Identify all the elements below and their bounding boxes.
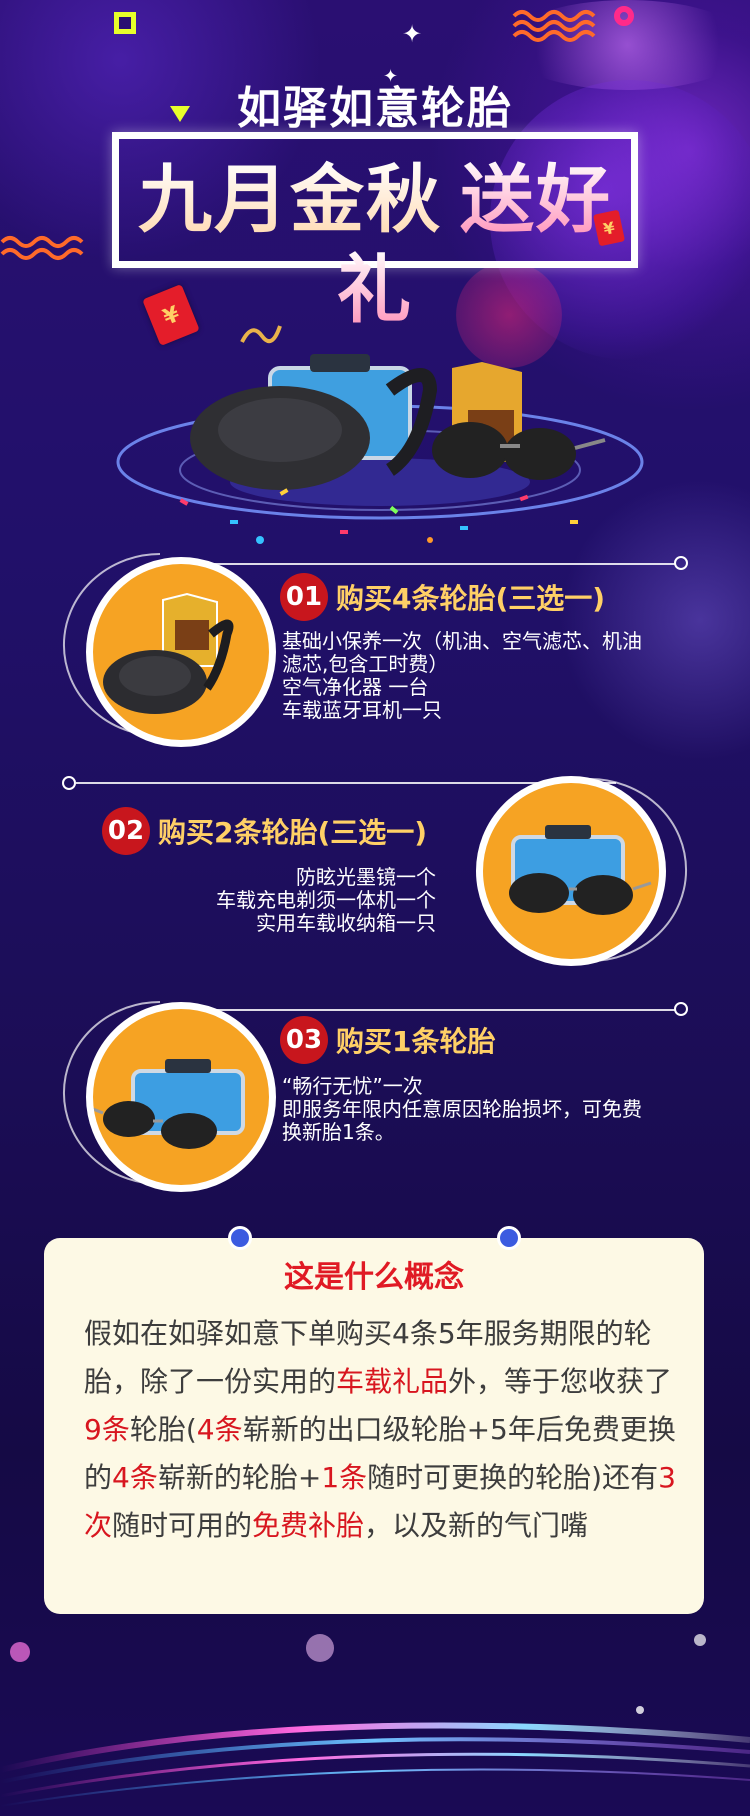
- section-2-line-2: 车载充电剃须一体机一个: [216, 888, 436, 912]
- section-2-line-3: 实用车载收纳箱一只: [256, 911, 436, 935]
- card-pin-left: [228, 1226, 252, 1250]
- section-3-line-1: “畅行无忧”一次: [282, 1074, 423, 1098]
- info-card-title: 这是什么概念: [284, 1260, 464, 1295]
- section-3-line-2: 即服务年限内任意原因轮胎损坏，可免费: [282, 1097, 642, 1121]
- section-3-number-badge: 03: [280, 1016, 328, 1064]
- info-highlight: 4条: [112, 1461, 158, 1494]
- info-text: ，以及新的气门嘴: [364, 1509, 589, 1542]
- section-2-number-badge: 02: [102, 807, 150, 855]
- title-part-1: 九月金秋: [138, 157, 442, 243]
- section-1-line-4: 车载蓝牙耳机一只: [282, 698, 442, 722]
- section-1-product-circle: [86, 557, 276, 747]
- promo-page: ✦ ✦ 如驿如意轮胎 九月金秋 送好礼 ¥ ¥ 01 购买4条轮胎(三选一) 基…: [0, 0, 750, 1816]
- info-text: 外，等于您收获了: [448, 1365, 673, 1398]
- info-highlight: 1条: [321, 1461, 368, 1494]
- section-1-number-badge: 01: [280, 573, 328, 621]
- info-card-body: 假如在如驿如意下单购买4条5年服务期限的轮胎，除了一份实用的车载礼品外，等于您收…: [84, 1310, 684, 1550]
- info-text: 随时可更换的轮胎)还有: [367, 1461, 659, 1494]
- info-text: 随时可用的: [112, 1509, 253, 1542]
- square-icon: [114, 12, 136, 34]
- section-3-line: [150, 1009, 675, 1011]
- gift-products-image: [103, 592, 234, 714]
- confetti-decoration: [179, 488, 578, 544]
- section-1-line-2: 滤芯,包含工时费）: [282, 652, 449, 676]
- pink-dot-icon: [614, 6, 634, 26]
- info-text: 崭新的轮胎+: [157, 1461, 322, 1494]
- section-2-product-circle: [476, 776, 666, 966]
- card-pin-right: [497, 1226, 521, 1250]
- section-3-title: 购买1条轮胎: [336, 1025, 496, 1058]
- wave-squiggle-icon-left: [0, 236, 84, 260]
- section-1-line-1: 基础小保养一次（机油、空气滤芯、机油: [282, 629, 642, 653]
- section-1-line: [150, 563, 675, 565]
- section-3-line-dot: [674, 1002, 688, 1016]
- gold-ribbon-icon: [240, 325, 282, 344]
- wave-squiggle-icon: [512, 10, 596, 42]
- gift-products-image: [93, 1059, 245, 1149]
- info-card: 这是什么概念 假如在如驿如意下单购买4条5年服务期限的轮胎，除了一份实用的车载礼…: [44, 1238, 704, 1614]
- brand-headline: 如驿如意轮胎: [237, 83, 513, 134]
- info-highlight: 4条: [196, 1413, 243, 1446]
- section-3-line-3: 换新胎1条。: [282, 1120, 395, 1144]
- light-streaks-decoration: [0, 1634, 750, 1807]
- section-2-line-dot: [62, 776, 76, 790]
- section-2-title: 购买2条轮胎(三选一): [158, 816, 428, 849]
- info-highlight: 9条: [84, 1413, 130, 1446]
- info-highlight: 免费补胎: [252, 1509, 365, 1542]
- section-2-line-1: 防眩光墨镜一个: [296, 865, 436, 889]
- section-1-description: 基础小保养一次（机油、空气滤芯、机油 滤芯,包含工时费） 空气净化器 一台 车载…: [282, 630, 702, 722]
- sparkle-icon: ✦: [402, 20, 423, 48]
- section-3-description: “畅行无忧”一次 即服务年限内任意原因轮胎损坏，可免费 换新胎1条。: [282, 1075, 702, 1144]
- section-2-description: 防眩光墨镜一个 车载充电剃须一体机一个 实用车载收纳箱一只: [130, 866, 436, 935]
- section-1-line-3: 空气净化器 一台: [282, 675, 429, 699]
- section-1-line-dot: [674, 556, 688, 570]
- info-text: 轮胎(: [129, 1413, 197, 1446]
- info-highlight: 车载礼品: [336, 1365, 449, 1398]
- section-1-title: 购买4条轮胎(三选一): [336, 582, 606, 615]
- section-3-product-circle: [86, 1002, 276, 1192]
- gift-products-image: [509, 825, 652, 915]
